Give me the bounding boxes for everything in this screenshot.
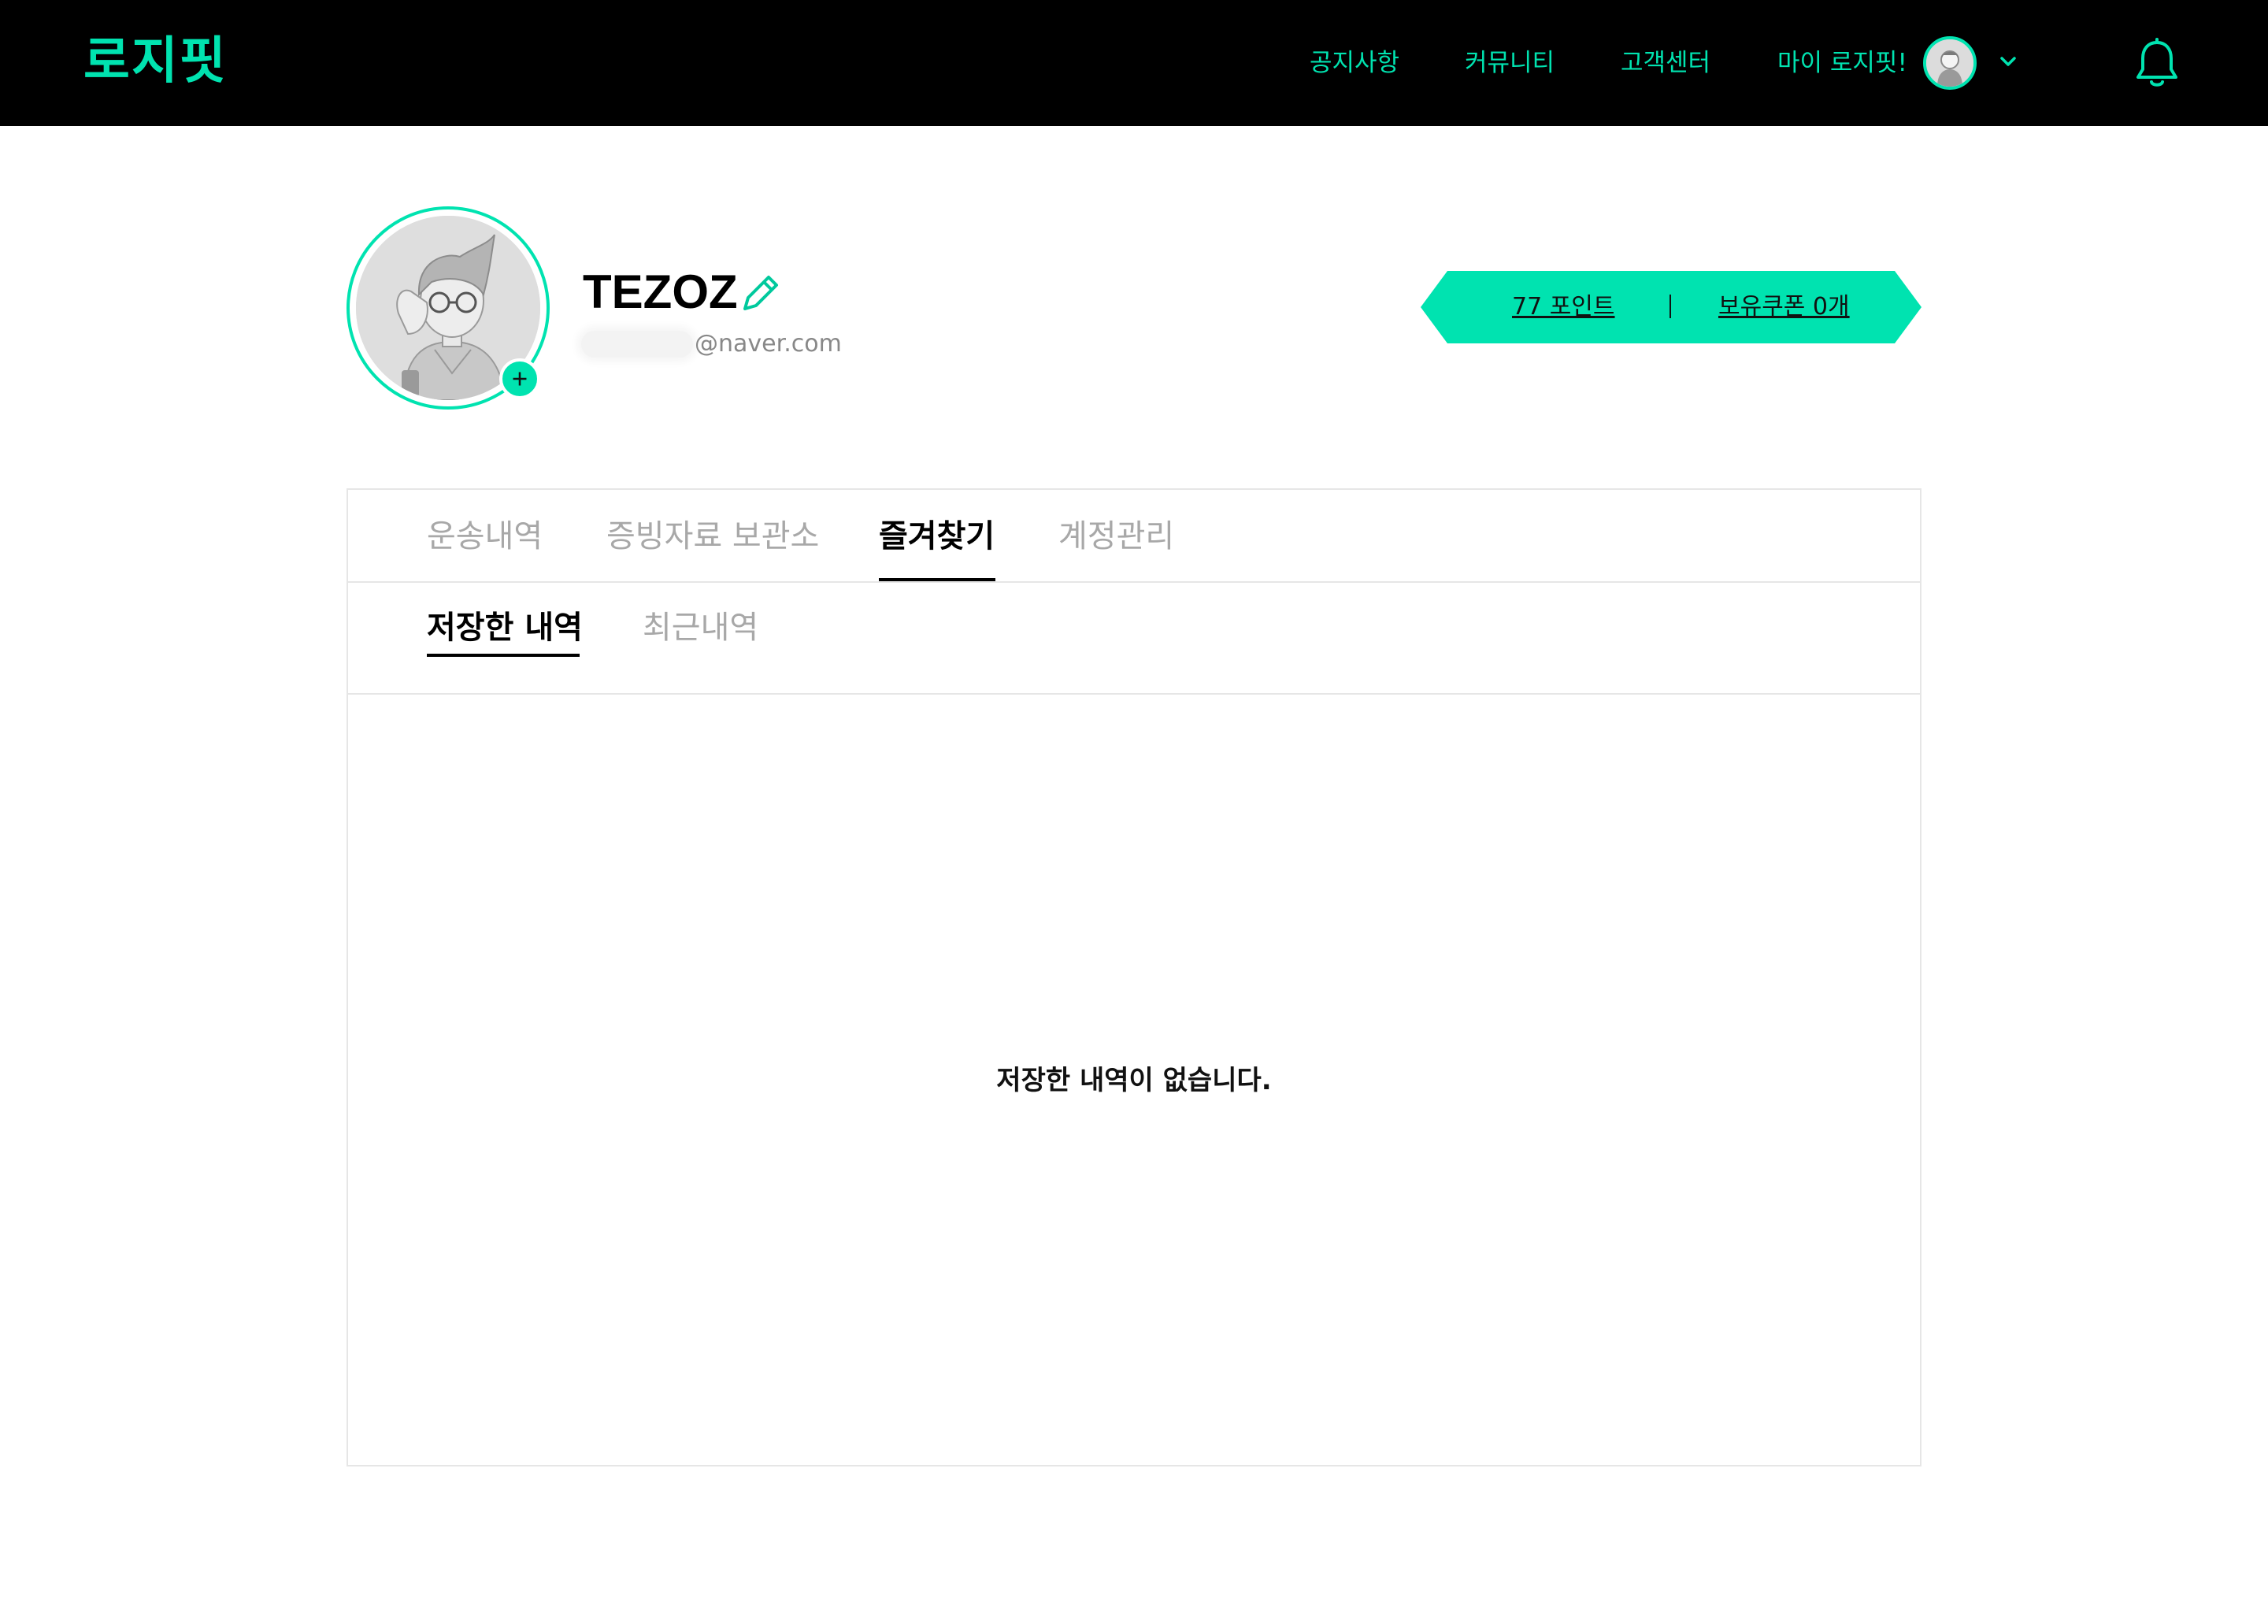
divider: [1670, 295, 1671, 318]
tab-shipping-history[interactable]: 운송내역: [427, 515, 543, 558]
subtab-saved[interactable]: 저장한 내역: [427, 606, 583, 649]
coupon-link[interactable]: 보유쿠폰 0개: [1718, 290, 1850, 324]
chevron-down-icon[interactable]: [1997, 50, 2019, 72]
tab-account-settings[interactable]: 계정관리: [1058, 515, 1174, 558]
plus-icon[interactable]: [499, 358, 540, 399]
points-coupon-badge: 77 포인트 보유쿠폰 0개: [1421, 271, 1922, 343]
email-redacted-part: [581, 331, 693, 358]
active-tab-indicator: [879, 578, 995, 581]
bell-icon[interactable]: [2134, 38, 2180, 90]
main-tab-bar: 운송내역 증빙자료 보관소 즐겨찾기 계정관리: [348, 490, 1920, 583]
nav-community-link[interactable]: 커뮤니티: [1465, 46, 1555, 80]
user-avatar[interactable]: [1923, 36, 1977, 90]
nav-my-logifit-link[interactable]: 마이 로지핏!: [1777, 46, 1907, 80]
empty-state-message: 저장한 내역이 없습니다.: [996, 1065, 1272, 1096]
nav-notice-link[interactable]: 공지사항: [1310, 46, 1399, 80]
tab-favorites[interactable]: 즐겨찾기: [879, 515, 995, 558]
logo[interactable]: 로지핏: [83, 30, 228, 93]
username: TEZOZ: [583, 265, 738, 318]
sub-tab-bar: 저장한 내역 최근내역: [348, 583, 1920, 695]
points-link[interactable]: 77 포인트: [1512, 290, 1615, 324]
tab-document-storage[interactable]: 증빙자료 보관소: [606, 515, 819, 558]
nav-support-link[interactable]: 고객센터: [1621, 46, 1710, 80]
subtab-recent[interactable]: 최근내역: [643, 606, 758, 649]
active-subtab-indicator: [427, 654, 580, 657]
email-domain: @naver.com: [695, 330, 842, 358]
pencil-icon[interactable]: [739, 271, 783, 315]
top-navigation-bar: 로지핏 공지사항 커뮤니티 고객센터 마이 로지핏!: [0, 0, 2268, 126]
mypage-panel: 운송내역 증빙자료 보관소 즐겨찾기 계정관리 저장한 내역 최근내역 저장한 …: [346, 488, 1922, 1466]
avatar-icon: [1926, 39, 1973, 87]
